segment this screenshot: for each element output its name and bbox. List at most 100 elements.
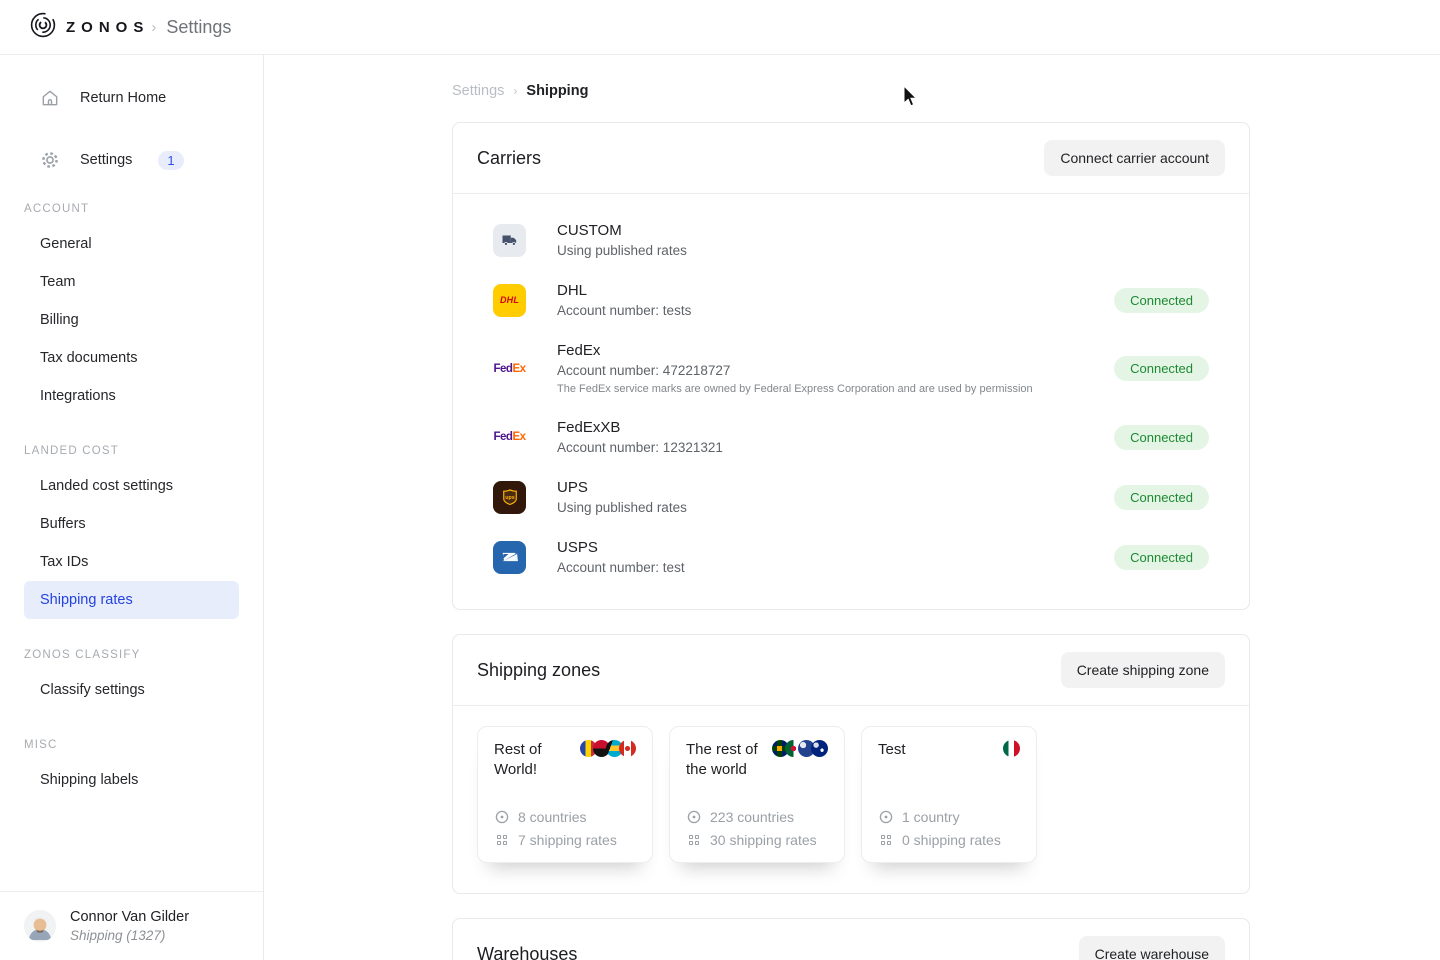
zone-countries: 1 country — [902, 809, 960, 825]
sidebar-item-classify-settings[interactable]: Classify settings — [0, 671, 263, 709]
zone-countries: 8 countries — [518, 809, 586, 825]
zone-flags — [580, 740, 636, 781]
settings-label: Settings — [80, 152, 132, 168]
globe-icon — [686, 810, 701, 824]
breadcrumb: Settings › Shipping — [452, 83, 1250, 99]
shipping-zones-title: Shipping zones — [477, 660, 600, 681]
settings-badge: 1 — [158, 151, 183, 170]
sidebar-item-return-home[interactable]: Return Home — [0, 79, 263, 117]
custom-truck-icon — [493, 224, 526, 257]
sidebar-item-general[interactable]: General — [0, 225, 263, 263]
sidebar-item-landed-cost-settings[interactable]: Landed cost settings — [0, 467, 263, 505]
canada-flag-icon — [619, 740, 636, 757]
create-shipping-zone-button[interactable]: Create shipping zone — [1061, 652, 1225, 688]
warehouses-card: Warehouses Create warehouse — [452, 918, 1250, 960]
zonos-logo-icon — [30, 12, 56, 43]
section-label-zonos-classify: ZONOS CLASSIFY — [0, 649, 263, 661]
profile-name: Connor Van Gilder — [70, 909, 189, 925]
zonos-brand[interactable]: ZONOS — [30, 12, 149, 43]
carrier-row-dhl[interactable]: DHL DHL Account number: tests Connected — [493, 270, 1209, 330]
globe-icon — [494, 810, 509, 824]
gear-icon — [40, 150, 60, 170]
carrier-subtitle: Account number: 12321321 — [557, 440, 1114, 455]
zone-card-the-rest-of-the-world[interactable]: The rest of the world 223 countries — [669, 726, 845, 863]
carrier-name: USPS — [557, 539, 1114, 556]
warehouses-title: Warehouses — [477, 944, 577, 960]
zone-rates: 30 shipping rates — [710, 832, 817, 848]
return-home-label: Return Home — [80, 90, 166, 106]
ups-logo-icon: ups — [493, 481, 526, 514]
carrier-subtitle: Account number: tests — [557, 303, 1114, 318]
section-label-account: ACCOUNT — [0, 203, 263, 215]
section-label-misc: MISC — [0, 739, 263, 751]
zone-name: The rest of the world — [686, 740, 772, 781]
sidebar-item-buffers[interactable]: Buffers — [0, 505, 263, 543]
carriers-title: Carriers — [477, 148, 541, 169]
brand-name: ZONOS — [66, 19, 149, 36]
section-label-landed-cost: LANDED COST — [0, 445, 263, 457]
carrier-subtitle: Account number: test — [557, 560, 1114, 575]
zone-countries: 223 countries — [710, 809, 794, 825]
top-bar: ZONOS › Settings — [0, 0, 1440, 55]
status-badge-connected: Connected — [1114, 425, 1209, 450]
carrier-row-ups[interactable]: ups UPS Using published rates Connected — [493, 467, 1209, 527]
sidebar-item-shipping-rates[interactable]: Shipping rates — [24, 581, 239, 619]
topbar-page-title: Settings — [166, 17, 231, 38]
breadcrumb-shipping: Shipping — [526, 83, 588, 99]
status-badge-connected: Connected — [1114, 485, 1209, 510]
profile-subtitle: Shipping (1327) — [70, 928, 189, 943]
sidebar-item-shipping-labels[interactable]: Shipping labels — [0, 761, 263, 799]
create-warehouse-button[interactable]: Create warehouse — [1079, 936, 1225, 960]
carrier-name: UPS — [557, 479, 1114, 496]
zone-flags — [772, 740, 828, 781]
sidebar-item-integrations[interactable]: Integrations — [0, 377, 263, 415]
sidebar: Return Home Settings 1 ACCOUNT General T… — [0, 55, 264, 960]
fedex-logo-icon: FedEx — [493, 352, 526, 385]
carrier-subtitle: Account number: 472218727 — [557, 363, 1114, 378]
sidebar-item-settings[interactable]: Settings 1 — [0, 141, 263, 179]
carrier-name: FedExXB — [557, 419, 1114, 436]
connect-carrier-account-button[interactable]: Connect carrier account — [1044, 140, 1225, 176]
carrier-row-fedex[interactable]: FedEx FedEx Account number: 472218727 Th… — [493, 330, 1209, 407]
zone-flags — [1003, 740, 1020, 760]
breadcrumb-settings[interactable]: Settings — [452, 83, 504, 99]
carrier-row-fedexxb[interactable]: FedEx FedExXB Account number: 12321321 C… — [493, 407, 1209, 467]
svg-text:ups: ups — [505, 495, 515, 501]
sidebar-item-billing[interactable]: Billing — [0, 301, 263, 339]
home-icon — [40, 88, 60, 108]
rates-grid-icon — [686, 835, 701, 845]
shipping-zones-card: Shipping zones Create shipping zone Rest… — [452, 634, 1250, 894]
rates-grid-icon — [494, 835, 509, 845]
carriers-card: Carriers Connect carrier account CUSTOM — [452, 122, 1250, 610]
carrier-name: CUSTOM — [557, 222, 1209, 239]
zone-card-test[interactable]: Test 1 country 0 shipping rates — [861, 726, 1037, 863]
chevron-right-icon: › — [151, 19, 156, 36]
zone-card-rest-of-world[interactable]: Rest of World! 8 countries — [477, 726, 653, 863]
zone-name: Rest of World! — [494, 740, 580, 781]
fedex-logo-icon: FedEx — [493, 421, 526, 454]
australia-flag-icon — [811, 740, 828, 757]
chevron-right-icon: › — [513, 84, 517, 98]
status-badge-connected: Connected — [1114, 545, 1209, 570]
dhl-logo-icon: DHL — [493, 284, 526, 317]
sidebar-item-tax-ids[interactable]: Tax IDs — [0, 543, 263, 581]
usps-logo-icon — [493, 541, 526, 574]
carrier-name: DHL — [557, 282, 1114, 299]
carrier-subtitle: Using published rates — [557, 243, 1209, 258]
carrier-row-usps[interactable]: USPS Account number: test Connected — [493, 527, 1209, 587]
carrier-row-custom[interactable]: CUSTOM Using published rates — [493, 210, 1209, 270]
zone-rates: 0 shipping rates — [902, 832, 1001, 848]
main-content: Settings › Shipping Carriers Connect car… — [264, 55, 1440, 960]
mexico-flag-icon — [1003, 740, 1020, 757]
carrier-name: FedEx — [557, 342, 1114, 359]
status-badge-connected: Connected — [1114, 356, 1209, 381]
fedex-fine-print: The FedEx service marks are owned by Fed… — [557, 383, 1114, 395]
zone-name: Test — [878, 740, 906, 760]
carrier-subtitle: Using published rates — [557, 500, 1114, 515]
avatar — [24, 910, 56, 942]
zone-rates: 7 shipping rates — [518, 832, 617, 848]
sidebar-item-tax-documents[interactable]: Tax documents — [0, 339, 263, 377]
rates-grid-icon — [878, 835, 893, 845]
sidebar-item-team[interactable]: Team — [0, 263, 263, 301]
user-profile[interactable]: Connor Van Gilder Shipping (1327) — [0, 891, 263, 960]
